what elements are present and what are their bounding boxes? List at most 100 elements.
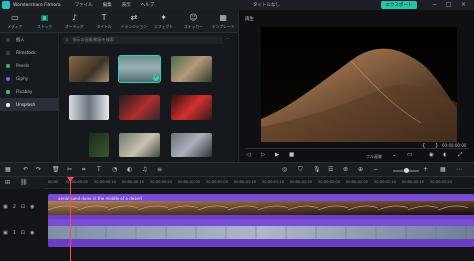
play-icon[interactable]: ▶ [275,152,279,158]
tab-stock[interactable]: ▣ ストック [30,10,60,33]
delete-icon[interactable]: 🗑 [52,166,60,173]
media-thumbnail[interactable] [171,133,212,157]
app-title: Wondershare Filmora [13,2,61,8]
media-thumbnail[interactable] [119,95,160,120]
render-icon[interactable]: ◎ [282,166,287,173]
playhead[interactable] [70,177,71,261]
video-clip[interactable]: aerial sand dune in the middle of a dese… [48,194,474,221]
video-clip-2[interactable] [48,219,474,247]
preview-controls: { } 00:00:00:00 ◁ ▷ ▶ ■ フル画質 ⌄ ▭ ◉ ◖ ⤢ [239,143,474,162]
cut-icon[interactable]: ✂ [67,166,72,173]
mark-out-icon[interactable]: } [435,143,439,149]
timeline-tracks: ▣ 2 ⊡ ◉ ▣ 1 ⊡ ◉ aerial sand dune in the … [0,189,474,261]
volume-icon[interactable]: ◖ [443,152,446,158]
more-icon[interactable]: ⋯ [225,36,230,42]
list-icon[interactable]: ☰ [328,166,333,173]
media-thumbnail[interactable] [69,56,109,82]
check-icon: ✓ [153,75,159,81]
stock-icon: ▣ [40,12,49,22]
snapshot-icon[interactable]: ◉ [429,152,434,158]
text-tool-icon[interactable]: T [97,166,101,173]
tab-media[interactable]: ▭ メディア [0,10,30,33]
sidebar-item-pixabay[interactable]: Pixabay [0,85,58,98]
sidebar-item-personal[interactable]: 個人 [0,33,58,46]
ruler-tick: 00:00:02:10 [374,180,396,184]
ruler-tick: 00:00:01:00 [178,180,200,184]
audio-tool-icon[interactable]: ♫ [142,166,147,173]
pexels-icon [6,63,10,68]
eye-icon[interactable]: ◉ [30,204,34,210]
sidebar-item-giphy[interactable]: Giphy [0,72,58,85]
link-icon[interactable]: ⛓ [20,179,28,186]
zoom-in-icon[interactable]: + [423,166,428,173]
redo-icon[interactable]: ↷ [36,166,41,173]
media-thumbnail[interactable]: ✓ [118,55,161,83]
stop-icon[interactable]: ■ [289,152,294,158]
tab-effects[interactable]: ✦ エフェクト [149,10,179,33]
stock-sidebar: 個人 Filmstock Pexels Giphy Pixabay Unspla… [0,33,59,162]
preview-panel: 再生 { } 00:00:00:00 ◁ ▷ ▶ ■ フル画質 ⌄ ▭ ◉ ◖ … [238,10,474,162]
media-thumbnail[interactable] [171,95,212,120]
desert-dune-image [261,27,457,142]
video-track-icon: ▣ [3,204,8,210]
tab-titles[interactable]: T タイトル [89,10,119,33]
media-toolbar: ▭ メディア ▣ ストック ♪ オーディオ T タイトル ⇄ トランジション ✦ エフェクト… [0,10,238,33]
sidebar-item-unsplash[interactable]: Unsplash [0,98,58,111]
ruler-tick: 00:00:02:05 [346,180,368,184]
menu-help[interactable]: ヘルプ [141,2,155,8]
media-thumbnail[interactable] [89,133,109,157]
ruler-tick: 00:00:01:20 [290,180,312,184]
timeline-ruler[interactable]: 00:00 00:00:00:05 00:00:00:10 00:00:00:1… [44,177,474,189]
effects-icon: ✦ [160,12,167,22]
crop-icon[interactable]: ⌗ [82,166,85,174]
quality-select[interactable]: フル画質 [366,154,382,160]
add-track-icon[interactable]: ⊞ [5,179,10,186]
tab-transitions[interactable]: ⇄ トランジション [119,10,149,33]
menu-bar: ファイル 編集 表示 ヘルプ [75,2,155,8]
layout-icon[interactable]: ▦ [5,166,11,173]
media-thumbnail[interactable] [69,95,109,120]
speed-icon[interactable]: ◔ [112,166,117,173]
ruler-tick: 00:00:01:15 [262,180,284,184]
display-icon[interactable]: ▭ [407,152,412,158]
menu-edit[interactable]: 編集 [103,2,112,8]
shield-icon[interactable]: ⛉ [298,166,303,174]
sidebar-item-pexels[interactable]: Pexels [0,59,58,72]
tab-audio[interactable]: ♪ オーディオ [60,10,90,33]
close-icon[interactable]: × [461,1,466,8]
maximize-icon[interactable]: □ [446,1,452,8]
lock-icon[interactable]: ⊡ [21,204,25,210]
zoom-slider-handle[interactable] [404,168,409,173]
fullscreen-icon[interactable]: ⤢ [458,152,462,159]
sidebar-item-filmstock[interactable]: Filmstock [0,46,58,59]
color-icon[interactable]: ◐ [127,166,132,173]
preview-timecode: 00:00:00:00 [442,143,467,148]
more-icon[interactable]: ⋯ [456,166,462,173]
search-input[interactable]: ⌕ 例示の画像/動画を検索 [63,36,223,44]
eye-icon[interactable]: ◉ [30,230,34,236]
preview-video [261,27,457,142]
tab-stickers[interactable]: ☺ ステッカー [179,10,209,33]
mic-icon[interactable]: 🎙 [313,166,321,173]
minimize-icon[interactable]: − [432,1,437,8]
template-icon: ▦ [219,12,227,22]
undo-icon[interactable]: ↶ [23,166,28,173]
tab-templates[interactable]: ▦ テンプレート [208,10,238,33]
media-thumbnail[interactable] [119,133,160,157]
chevron-down-icon[interactable]: ⌄ [392,152,397,158]
lock-icon[interactable]: ⊡ [21,230,25,236]
ai-icon[interactable]: ⊛ [343,166,348,173]
marker-icon[interactable]: ⊕ [358,166,363,173]
grid-icon[interactable]: ▦ [440,166,446,173]
prev-frame-icon[interactable]: ◁ [246,152,250,158]
zoom-out-icon[interactable]: − [373,166,378,173]
export-button[interactable]: エクスポート [381,1,417,9]
adjust-icon[interactable]: ≡ [157,166,162,173]
mark-in-icon[interactable]: { [422,143,426,149]
step-back-icon[interactable]: ▷ [261,152,265,158]
media-thumbnail[interactable] [171,56,212,82]
menu-file[interactable]: ファイル [75,2,93,8]
menu-view[interactable]: 表示 [122,2,131,8]
chevron-down-icon [6,37,10,42]
pixabay-icon [6,89,10,94]
